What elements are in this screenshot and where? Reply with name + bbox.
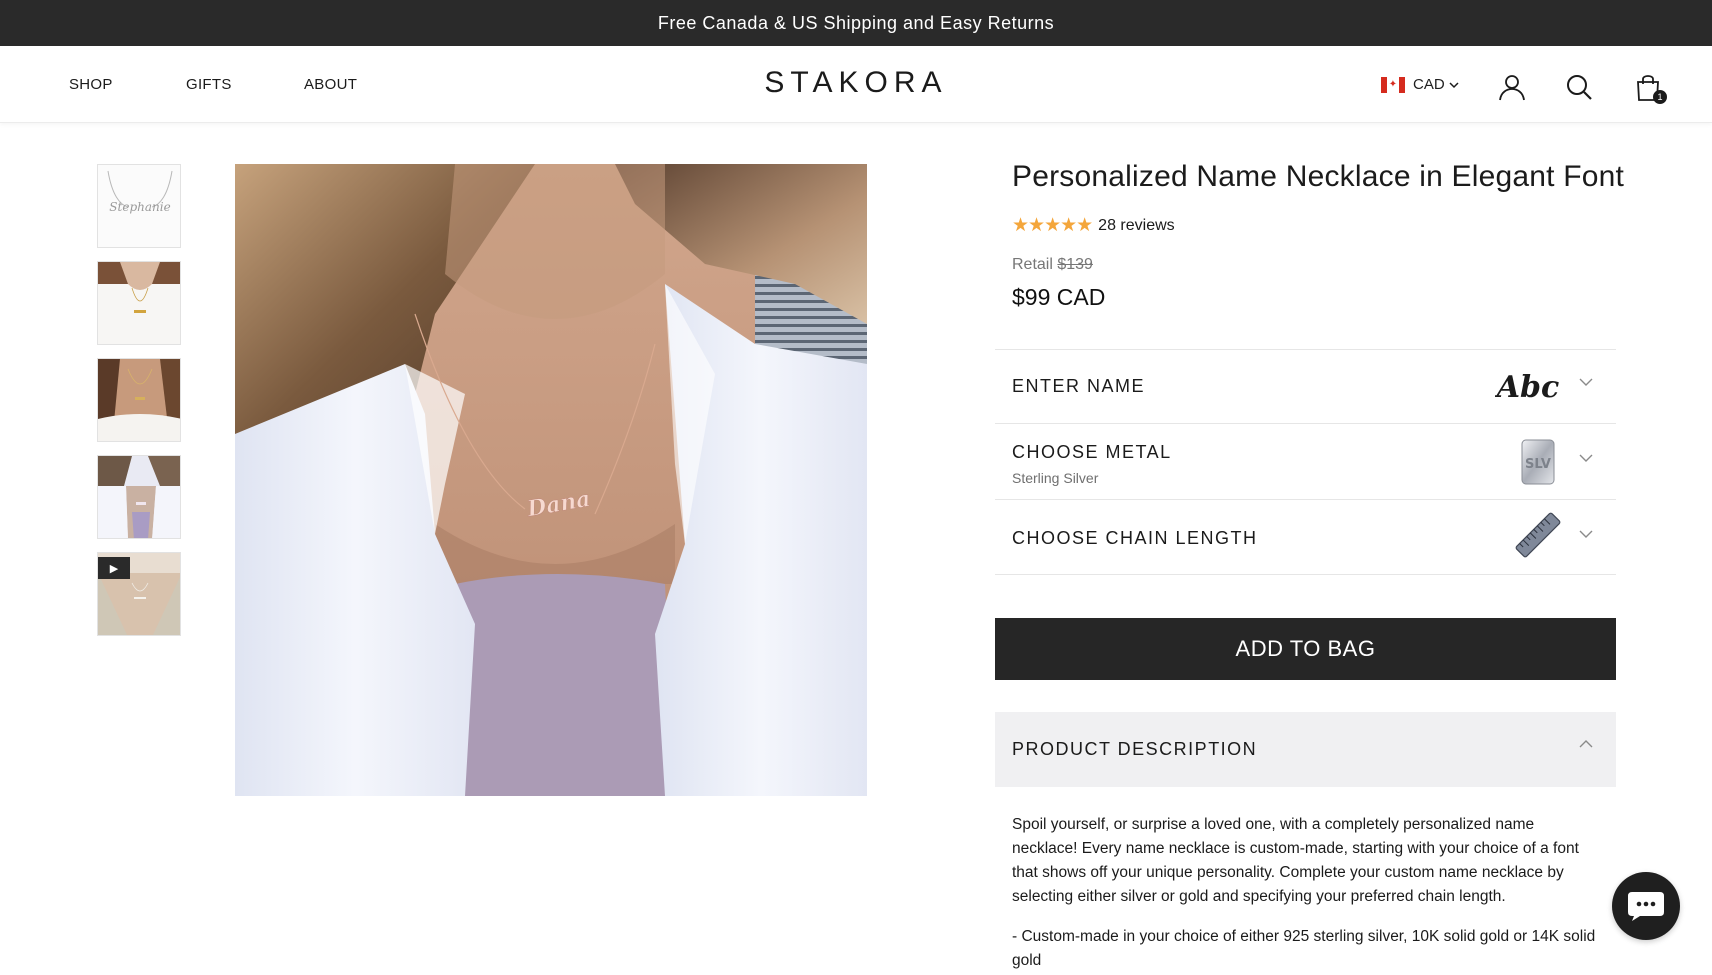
account-icon[interactable] — [1497, 72, 1527, 102]
option-chain-length-label: CHOOSE CHAIN LENGTH — [1012, 528, 1258, 548]
add-to-bag-button[interactable]: ADD TO BAG — [995, 618, 1616, 680]
product-description-body: Spoil yourself, or surprise a loved one,… — [1012, 813, 1597, 975]
canada-flag-icon: ✦ — [1381, 76, 1405, 93]
option-chain-length[interactable]: CHOOSE CHAIN LENGTH — [995, 499, 1616, 574]
nav-gifts[interactable]: GIFTS — [186, 76, 232, 93]
retail-label: Retail — [1012, 256, 1053, 273]
thumb-model-white-coat[interactable] — [97, 455, 181, 539]
thumb-video[interactable]: ▶ — [97, 552, 181, 636]
font-swatch-icon: Abc — [1495, 370, 1559, 405]
retail-price: Retail $139 — [1012, 256, 1093, 274]
selected-metal: Sterling Silver — [1012, 470, 1099, 486]
options-divider — [995, 574, 1616, 575]
option-choose-metal[interactable]: CHOOSE METAL Sterling Silver SLV — [995, 423, 1616, 499]
currency-code: CAD — [1413, 76, 1445, 93]
metal-swatch-icon: SLV — [1521, 439, 1555, 485]
search-icon[interactable] — [1564, 72, 1594, 102]
retail-price-value: $139 — [1057, 256, 1093, 273]
option-enter-name[interactable]: ENTER NAME Abc — [995, 349, 1616, 423]
site-header: SHOP GIFTS ABOUT STAKORA ✦ CAD 1 — [0, 46, 1712, 123]
product-title: Personalized Name Necklace in Elegant Fo… — [1012, 160, 1625, 193]
option-choose-metal-label: CHOOSE METAL — [1012, 442, 1172, 462]
chevron-down-icon — [1449, 81, 1459, 88]
product-main-image[interactable]: Dana — [235, 164, 867, 796]
product-description-heading: PRODUCT DESCRIPTION — [1012, 739, 1258, 759]
font-swatch-text: Abc — [1495, 370, 1559, 405]
announcement-bar: Free Canada & US Shipping and Easy Retur… — [0, 0, 1712, 46]
nav-about[interactable]: ABOUT — [304, 76, 357, 93]
nav-shop[interactable]: SHOP — [69, 76, 113, 93]
thumb-necklace-text: Stephanie — [109, 200, 170, 214]
play-icon: ▶ — [98, 557, 130, 579]
thumb-model-closeup[interactable] — [97, 358, 181, 442]
description-bullet: - Custom-made in your choice of either 9… — [1012, 928, 1596, 969]
thumb-model-white-tee[interactable] — [97, 261, 181, 345]
currency-selector[interactable]: ✦ CAD — [1381, 76, 1459, 93]
option-enter-name-label: ENTER NAME — [1012, 376, 1146, 396]
chat-widget-button[interactable] — [1612, 872, 1680, 940]
chevron-down-icon — [1579, 378, 1593, 386]
sale-price: $99 CAD — [1012, 284, 1106, 310]
ruler-icon — [1515, 512, 1561, 558]
rating-summary[interactable]: ★★★★★ 28 reviews — [1012, 214, 1175, 237]
brand-logo[interactable]: STAKORA — [764, 66, 947, 99]
chevron-down-icon — [1579, 530, 1593, 538]
reviews-link[interactable]: 28 reviews — [1098, 217, 1174, 235]
thumb-necklace-product[interactable]: Stephanie — [97, 164, 181, 248]
product-description-toggle[interactable]: PRODUCT DESCRIPTION — [995, 712, 1616, 787]
announcement-text: Free Canada & US Shipping and Easy Retur… — [657, 12, 1055, 33]
chevron-down-icon — [1579, 454, 1593, 462]
metal-swatch-text: SLV — [1525, 457, 1551, 472]
bag-icon[interactable]: 1 — [1633, 72, 1667, 104]
cart-count-badge: 1 — [1653, 90, 1667, 104]
star-rating-icon: ★★★★★ — [1012, 215, 1093, 236]
description-paragraph: Spoil yourself, or surprise a loved one,… — [1012, 816, 1579, 905]
chevron-up-icon — [1579, 740, 1593, 748]
chat-bubble-icon — [1628, 892, 1664, 921]
